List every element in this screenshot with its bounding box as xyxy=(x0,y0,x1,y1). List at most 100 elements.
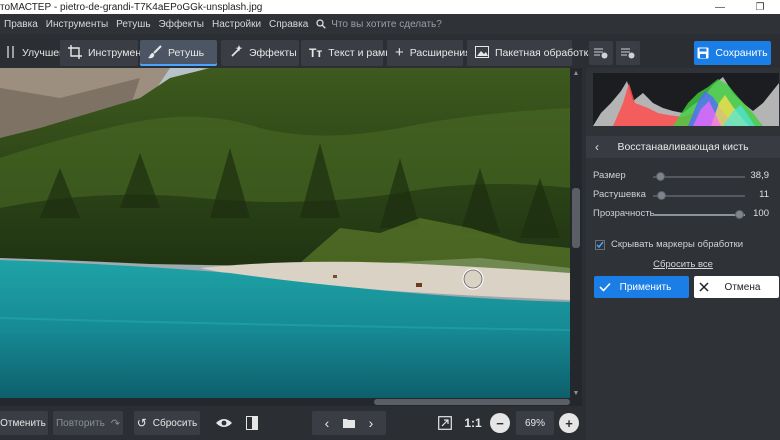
check-icon xyxy=(594,282,616,292)
reset-label: Сбросить xyxy=(152,417,198,429)
photo-image xyxy=(0,68,570,400)
vertical-scroll-thumb[interactable] xyxy=(572,188,580,248)
window-title: тоМАСТЕР - pietro-de-grandi-T7K4aEPoGGk-… xyxy=(0,1,263,13)
slider-track[interactable] xyxy=(653,176,745,178)
title-bar: тоМАСТЕР - pietro-de-grandi-T7K4aEPoGGk-… xyxy=(0,0,780,14)
photo-canvas[interactable] xyxy=(0,68,570,400)
command-search[interactable]: Что вы хотите сделать? xyxy=(316,19,442,30)
tab-enhancements[interactable]: Улучшения xyxy=(0,40,76,66)
menu-item-settings[interactable]: Настройки xyxy=(208,19,265,30)
magic-wand-icon xyxy=(229,44,243,62)
horizontal-scrollbar[interactable] xyxy=(0,398,582,406)
minimize-button[interactable]: — xyxy=(700,0,740,14)
menu-item-retouch[interactable]: Ретушь xyxy=(112,19,154,30)
compare-button[interactable] xyxy=(240,411,264,435)
tab-retouch[interactable]: Ретушь xyxy=(140,40,217,66)
hide-markers-label: Скрывать маркеры обработки xyxy=(611,239,744,250)
cancel-label: Отмена xyxy=(724,281,761,293)
next-icon[interactable]: › xyxy=(361,415,381,431)
scroll-up-icon[interactable]: ▲ xyxy=(572,70,580,78)
eye-icon xyxy=(216,419,232,427)
histogram-graph xyxy=(593,77,779,126)
save-label: Сохранить xyxy=(715,47,768,59)
horizontal-scroll-thumb[interactable] xyxy=(374,399,570,405)
actual-size-button[interactable]: 1:1 xyxy=(462,411,484,435)
opacity-slider[interactable]: Прозрачность 100 xyxy=(593,208,779,222)
histogram xyxy=(593,73,779,126)
tool-panel-header: ‹ Восстанавливающая кисть xyxy=(586,136,780,158)
checkbox-box[interactable] xyxy=(595,239,605,250)
back-chevron-icon[interactable]: ‹ xyxy=(586,140,608,154)
bottom-bar: Отменить Повторить ↷ ↺ Сбросить ‹ › 1:1 … xyxy=(0,406,586,440)
text-icon: Tт xyxy=(309,46,323,60)
compare-icon xyxy=(246,416,258,430)
slider-track[interactable] xyxy=(653,195,745,197)
slider-label: Растушевка xyxy=(593,189,646,200)
fit-screen-button[interactable] xyxy=(434,411,456,435)
list-remove-icon xyxy=(621,48,635,59)
maximize-icon: ❐ xyxy=(755,1,765,13)
minus-icon: − xyxy=(496,415,504,431)
history-add-button[interactable] xyxy=(589,41,613,65)
history-remove-button[interactable] xyxy=(616,41,640,65)
maximize-button[interactable]: ❐ xyxy=(740,0,780,14)
save-button[interactable]: Сохранить xyxy=(694,41,771,65)
slider-value: 38,9 xyxy=(750,170,770,181)
list-add-icon xyxy=(594,48,608,59)
slider-knob[interactable] xyxy=(656,172,665,181)
reset-button[interactable]: ↺ Сбросить xyxy=(134,411,200,435)
tab-effects[interactable]: Эффекты xyxy=(221,40,299,66)
minimize-icon: — xyxy=(715,1,725,13)
zoom-out-button[interactable]: − xyxy=(490,413,510,433)
batch-label: Пакетная обработка xyxy=(495,47,595,59)
menu-item-effects[interactable]: Эффекты xyxy=(155,19,208,30)
close-icon xyxy=(694,282,714,292)
tab-label: Расширения xyxy=(409,47,471,59)
undo-button[interactable]: Отменить xyxy=(0,411,48,435)
menu-item-help[interactable]: Справка xyxy=(265,19,312,30)
preview-button[interactable] xyxy=(212,411,236,435)
slider-label: Размер xyxy=(593,170,626,181)
search-placeholder: Что вы хотите сделать? xyxy=(331,18,442,30)
tab-tools[interactable]: Инструменты xyxy=(60,40,153,66)
folder-icon[interactable] xyxy=(343,418,355,428)
menu-item-tools[interactable]: Инструменты xyxy=(42,19,112,30)
plus-icon: + xyxy=(565,415,573,431)
zoom-in-button[interactable]: + xyxy=(559,413,579,433)
batch-processing-button[interactable]: Пакетная обработка xyxy=(467,40,594,66)
reset-all-link[interactable]: Сбросить все xyxy=(586,259,780,270)
menu-item-edit[interactable]: Правка xyxy=(0,19,42,30)
slider-knob[interactable] xyxy=(657,191,666,200)
main-toolbar: Улучшения Инструменты Ретушь Эффекты Tт … xyxy=(0,38,780,68)
feather-slider[interactable]: Растушевка 11 xyxy=(593,189,779,203)
slider-value: 11 xyxy=(759,189,769,200)
vertical-scrollbar[interactable]: ▲ ▼ xyxy=(570,68,582,400)
redo-button[interactable]: Повторить ↷ xyxy=(53,411,123,435)
brush-icon xyxy=(148,44,162,62)
tab-extensions[interactable]: + Расширения xyxy=(387,40,471,66)
search-icon xyxy=(316,19,327,29)
tool-panel-title: Восстанавливающая кисть xyxy=(617,141,749,153)
zoom-level-field[interactable]: 69% xyxy=(516,411,554,435)
scroll-down-icon[interactable]: ▼ xyxy=(572,390,580,398)
plus-icon: + xyxy=(395,44,404,61)
slider-value: 100 xyxy=(753,208,769,219)
zoom-value: 69% xyxy=(524,417,545,429)
reset-arrow-icon: ↺ xyxy=(136,416,147,430)
size-slider[interactable]: Размер 38,9 xyxy=(593,170,779,184)
sliders-icon xyxy=(6,45,16,61)
cancel-button[interactable]: Отмена xyxy=(694,276,779,298)
slider-track[interactable] xyxy=(653,214,745,216)
tab-label: Текст и рамки xyxy=(328,47,396,59)
tab-text-frames[interactable]: Tт Текст и рамки xyxy=(301,40,396,66)
hide-markers-checkbox[interactable]: Скрывать маркеры обработки xyxy=(595,239,743,250)
slider-label: Прозрачность xyxy=(593,208,655,219)
crop-icon xyxy=(68,44,82,62)
apply-button[interactable]: Применить xyxy=(594,276,689,298)
redo-label: Повторить xyxy=(55,417,105,429)
navigation-group: ‹ › xyxy=(312,411,386,435)
slider-knob[interactable] xyxy=(735,210,744,219)
fit-screen-icon xyxy=(438,416,452,430)
previous-icon[interactable]: ‹ xyxy=(317,415,337,431)
floppy-icon xyxy=(697,47,709,59)
